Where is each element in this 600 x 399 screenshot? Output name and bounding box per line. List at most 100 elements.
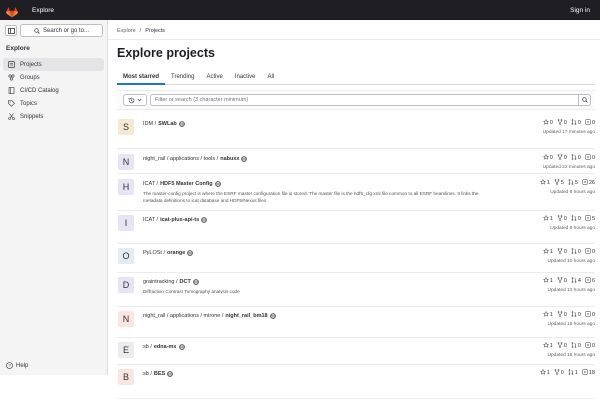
issues-count[interactable]: 18 [582,369,595,377]
chevron-down-icon [137,98,142,102]
sidebar-item-groups[interactable]: Groups [3,71,104,84]
project-row[interactable]: S IDM / SWLab 0 0 0 0 Updated 17 minutes ago [117,115,595,149]
stars-count[interactable]: 1 [542,214,553,223]
sidebar-item-catalog[interactable]: CI/CD Catalog [3,84,104,97]
sidebar-item-projects[interactable]: Projects [3,58,104,71]
issues-icon [585,119,591,127]
help-button[interactable]: ? Help [6,362,28,369]
project-name-link[interactable]: night_rail / applications / tools / nabu… [143,156,248,162]
project-avatar[interactable]: O [118,248,134,264]
tab-trending[interactable]: Trending [165,69,200,85]
project-row[interactable]: Nnight_rail / applications / tools / nab… [117,150,595,174]
project-row[interactable]: H ICAT / HDF5 Master Config The master-con… [117,175,595,211]
project-name-link[interactable]: graintracking / DCT [143,279,199,285]
forks-count[interactable]: 0 [557,248,567,256]
project-name-link[interactable]: night_rail / applications / mirone / nig… [143,313,276,319]
stars-count[interactable]: 1 [542,341,553,350]
project-name-link[interactable]: sb / BES [143,371,173,377]
forks-count[interactable]: 0 [557,215,567,223]
merge-requests-count[interactable]: 0 [571,154,581,162]
stars-count[interactable]: 1 [542,310,553,319]
project-avatar[interactable]: N [118,154,134,170]
issues-count[interactable]: 0 [585,342,595,350]
star-icon [542,118,549,127]
forks-value: 0 [563,216,567,222]
issues-count[interactable]: 26 [582,179,595,187]
issues-count[interactable]: 0 [585,154,595,162]
main-content: Explore / Projects Explore projects Most… [108,20,600,399]
forks-count[interactable]: 0 [557,342,567,350]
project-stats: 1 0 0 5 [542,214,595,223]
merge-requests-count[interactable]: 0 [571,119,581,127]
stars-count[interactable]: 1 [539,178,550,187]
stars-count[interactable]: 1 [542,276,553,285]
project-namespace: ICAT / [143,217,159,223]
project-name-link[interactable]: PyLOSt / orange [143,250,194,256]
stars-count[interactable]: 0 [542,153,553,162]
stars-value: 1 [549,343,553,349]
tab-inactive[interactable]: Inactive [229,69,262,85]
project-row[interactable]: Dgraintracking / DCT Diffraction Contrast… [117,273,595,307]
project-avatar[interactable]: E [118,342,134,358]
forks-count[interactable]: 0 [557,311,567,319]
project-avatar[interactable]: H [118,179,134,195]
project-row[interactable]: Esb / edna-mx 1 0 0 0 Updated 18 hours ago [117,338,595,365]
tab-most-starred[interactable]: Most starred [117,69,166,85]
filter-search-button[interactable] [578,94,591,106]
sidebar-item-label: Topics [20,100,38,107]
forks-value: 0 [563,343,567,349]
project-avatar[interactable]: S [118,119,134,135]
project-row[interactable]: O PyLOSt / orange 1 0 0 0 Updated 10 hours ago [117,244,595,273]
tab-active[interactable]: Active [200,69,228,85]
avatar-letter: N [122,314,130,324]
issues-count[interactable]: 0 [585,119,595,127]
forks-count[interactable]: 0 [554,369,564,377]
filter-search-input[interactable]: Filter or search (3 character minimum) [150,94,578,106]
mrs-value: 0 [577,216,581,222]
avatar-letter: D [122,280,130,290]
issues-count[interactable]: 6 [585,277,595,285]
project-name-link[interactable]: ICAT / icat-plus-api-ts [143,217,208,223]
merge-requests-count[interactable]: 5 [568,179,578,187]
project-avatar[interactable]: B [118,369,134,385]
breadcrumb-explore[interactable]: Explore [117,28,136,34]
gitlab-logo-icon[interactable] [6,5,18,17]
merge-requests-count[interactable]: 0 [571,342,581,350]
project-row[interactable]: Bsb / BES 1 0 1 18 [117,365,595,399]
merge-requests-count[interactable]: 0 [571,311,581,319]
search-history-button[interactable] [123,94,147,106]
sign-in-link[interactable]: Sign in [570,7,590,14]
project-avatar[interactable]: D [118,277,134,293]
project-avatar[interactable]: I [118,215,134,231]
forks-count[interactable]: 0 [557,154,567,162]
search-button[interactable]: Search or go to... [20,24,103,37]
stars-value: 1 [546,180,550,186]
project-name-link[interactable]: ICAT / HDF5 Master Config [143,181,221,187]
forks-count[interactable]: 0 [557,119,567,127]
project-stats: 1 0 0 0 [542,310,595,319]
project-row[interactable]: Nnight_rail / applications / mirone / ni… [117,307,595,338]
merge-requests-count[interactable]: 4 [571,277,581,285]
issues-count[interactable]: 0 [585,311,595,319]
sidebar-item-label: Snippets [20,113,44,120]
tab-all[interactable]: All [262,69,281,85]
project-name-link[interactable]: IDM / SWLab [143,121,185,127]
issues-count[interactable]: 0 [585,248,595,256]
project-row[interactable]: I ICAT / icat-plus-api-ts 1 0 0 5 Updated 8 ho… [117,211,595,244]
issues-count[interactable]: 5 [585,215,595,223]
merge-requests-count[interactable]: 0 [571,248,581,256]
forks-count[interactable]: 0 [557,277,567,285]
project-stats: 1 0 4 6 [542,276,595,285]
forks-count[interactable]: 5 [554,179,564,187]
project-name: edna-mx [153,344,177,350]
stars-count[interactable]: 0 [542,118,553,127]
stars-count[interactable]: 1 [542,247,553,256]
sidebar-item-topics[interactable]: Topics [3,97,104,110]
merge-requests-count[interactable]: 1 [568,369,578,377]
stars-count[interactable]: 1 [539,368,550,377]
merge-requests-count[interactable]: 0 [571,215,581,223]
project-avatar[interactable]: N [118,311,134,327]
sidebar-item-snippets[interactable]: Snippets [3,110,104,123]
sidebar-toggle-button[interactable] [5,25,17,36]
project-name-link[interactable]: sb / edna-mx [143,344,185,350]
